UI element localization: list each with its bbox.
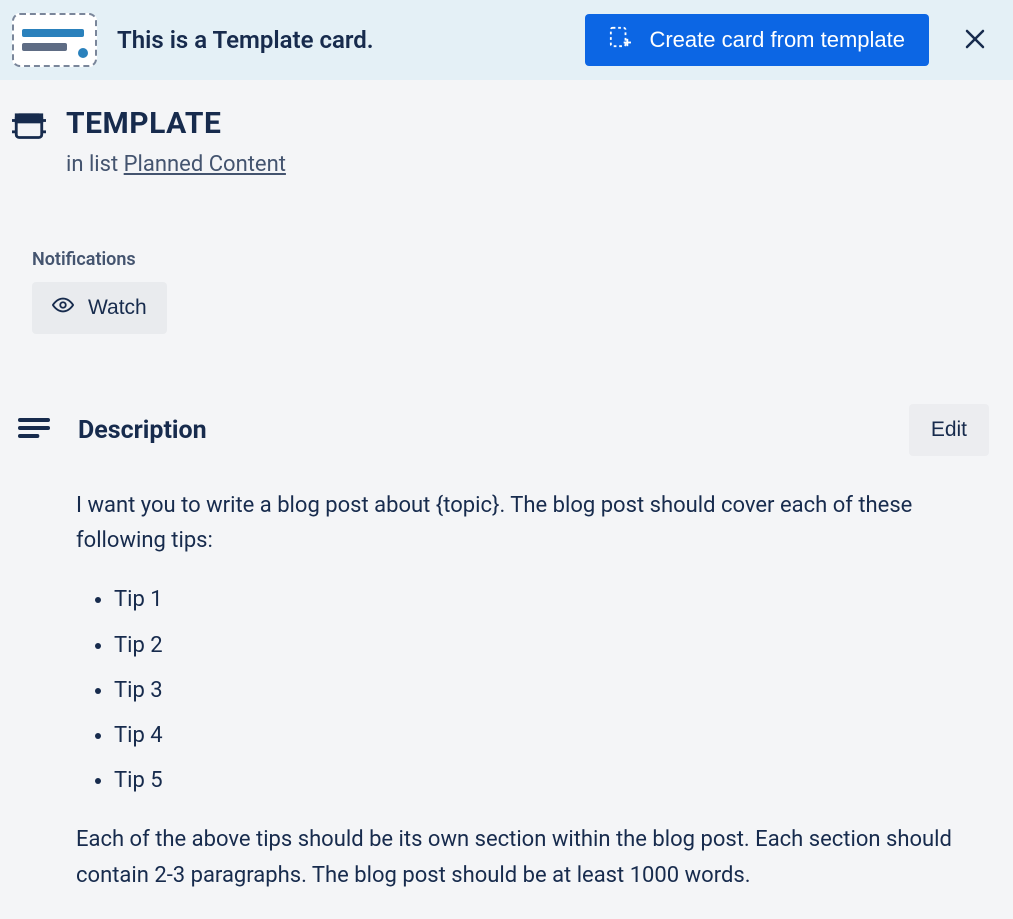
description-section: Description Edit I want you to write a b… [12, 404, 1001, 893]
watch-button[interactable]: Watch [32, 282, 167, 334]
create-template-icon [609, 26, 631, 54]
list-item: Tip 5 [114, 763, 976, 798]
description-body[interactable]: I want you to write a blog post about {t… [76, 488, 976, 893]
create-button-label: Create card from template [649, 27, 905, 53]
card-header: TEMPLATE [12, 106, 1001, 142]
list-item: Tip 1 [114, 582, 976, 617]
description-intro: I want you to write a blog post about {t… [76, 488, 976, 558]
notifications-label: Notifications [32, 249, 1001, 270]
close-button[interactable] [957, 21, 993, 60]
description-icon [18, 418, 50, 442]
watch-button-label: Watch [88, 296, 147, 320]
notifications-section: Notifications Watch [32, 249, 1001, 334]
template-card-icon [12, 13, 97, 67]
list-item: Tip 4 [114, 718, 976, 753]
template-banner: This is a Template card. Create card fro… [0, 0, 1013, 80]
edit-description-button[interactable]: Edit [909, 404, 989, 456]
list-item: Tip 2 [114, 628, 976, 663]
eye-icon [52, 294, 74, 322]
tips-list: Tip 1 Tip 2 Tip 3 Tip 4 Tip 5 [114, 582, 976, 798]
description-heading: Description [78, 416, 881, 445]
close-icon [963, 27, 987, 54]
card-icon [12, 112, 46, 142]
list-link[interactable]: Planned Content [124, 152, 286, 177]
list-item: Tip 3 [114, 673, 976, 708]
description-outro: Each of the above tips should be its own… [76, 822, 976, 892]
in-list-prefix: in list [66, 152, 124, 177]
card-location: in list Planned Content [66, 152, 1001, 177]
template-banner-text: This is a Template card. [117, 26, 585, 54]
create-card-from-template-button[interactable]: Create card from template [585, 14, 929, 66]
card-title[interactable]: TEMPLATE [66, 106, 221, 141]
